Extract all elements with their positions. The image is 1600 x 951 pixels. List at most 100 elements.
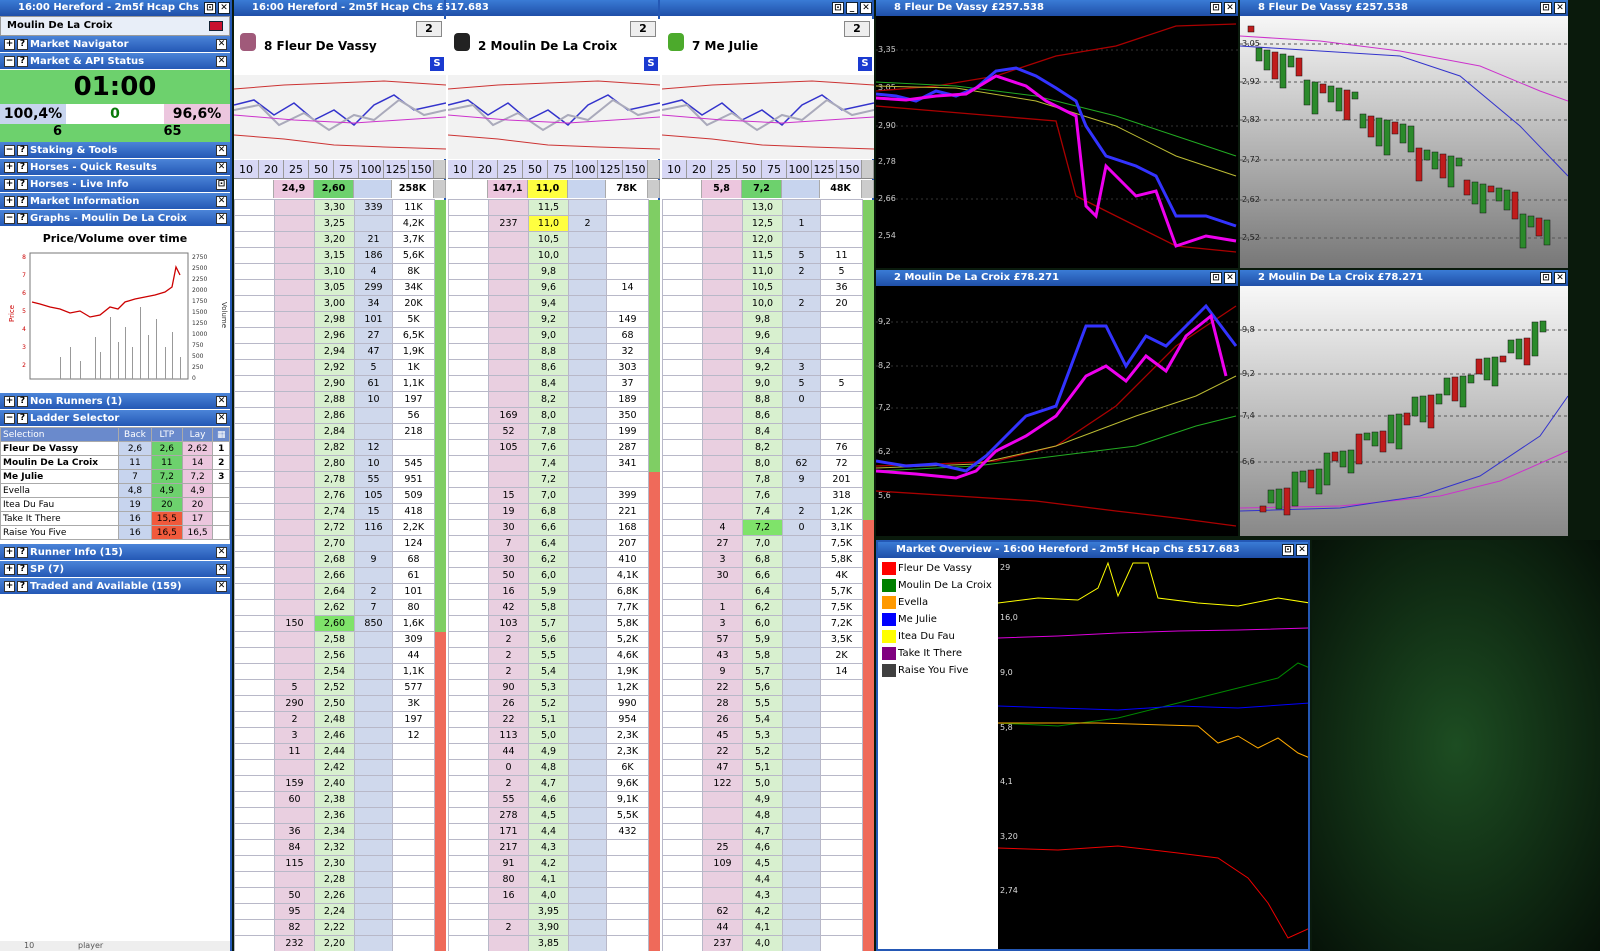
lay-cell[interactable] — [568, 775, 607, 792]
restore-icon[interactable]: ⊡ — [1282, 544, 1294, 556]
section-live-info[interactable]: +? Horses - Live Info ⊡ — [0, 176, 230, 193]
stake-option[interactable]: 75 — [334, 160, 359, 178]
back-cell[interactable] — [702, 583, 743, 600]
lay-cell[interactable]: 34 — [354, 295, 393, 312]
lay-cell[interactable]: 62 — [782, 455, 821, 472]
stake-option[interactable]: 100 — [359, 160, 384, 178]
back-cell[interactable]: 2 — [488, 647, 529, 664]
close-icon[interactable]: ✕ — [218, 2, 230, 14]
lay-cell[interactable] — [782, 855, 821, 872]
back-cell[interactable] — [274, 295, 315, 312]
section-staking[interactable]: −? Staking & Tools ✕ — [0, 142, 230, 159]
back-cell[interactable] — [702, 487, 743, 504]
back-cell[interactable] — [274, 327, 315, 344]
lay-cell[interactable] — [782, 407, 821, 424]
back-cell[interactable] — [702, 439, 743, 456]
back-cell[interactable] — [488, 263, 529, 280]
back-cell[interactable] — [274, 807, 315, 824]
lay-cell[interactable] — [354, 871, 393, 888]
back-cell[interactable]: 3 — [702, 615, 743, 632]
back-cell[interactable] — [488, 343, 529, 360]
s-button[interactable]: S — [644, 57, 658, 71]
close-icon[interactable]: ✕ — [216, 162, 227, 173]
close-icon[interactable]: ✕ — [216, 581, 227, 592]
stake-option[interactable]: 25 — [712, 160, 737, 178]
back-cell[interactable] — [274, 519, 315, 536]
lay-cell[interactable] — [568, 455, 607, 472]
lay-cell[interactable] — [782, 647, 821, 664]
back-cell[interactable] — [274, 231, 315, 248]
lay-cell[interactable]: 105 — [354, 487, 393, 504]
stake-option[interactable]: 150 — [409, 160, 434, 178]
lay-cell[interactable] — [568, 471, 607, 488]
back-cell[interactable] — [702, 327, 743, 344]
back-cell[interactable]: 16 — [488, 583, 529, 600]
lay-cell[interactable] — [782, 567, 821, 584]
back-cell[interactable]: 278 — [488, 807, 529, 824]
runner-tab[interactable]: 2 — [630, 21, 656, 37]
lay-cell[interactable] — [782, 487, 821, 504]
lay-cell[interactable] — [354, 679, 393, 696]
stake-option[interactable]: 125 — [812, 160, 837, 178]
back-cell[interactable] — [488, 903, 529, 920]
back-cell[interactable]: 0 — [488, 759, 529, 776]
close-icon[interactable]: ✕ — [216, 213, 227, 224]
back-cell[interactable]: 171 — [488, 823, 529, 840]
lay-cell[interactable] — [568, 679, 607, 696]
back-cell[interactable]: 4 — [702, 519, 743, 536]
back-cell[interactable] — [274, 503, 315, 520]
overview-title-bar[interactable]: Market Overview - 16:00 Hereford - 2m5f … — [878, 542, 1308, 558]
lay-cell[interactable] — [782, 807, 821, 824]
back-cell[interactable]: 237 — [702, 935, 743, 951]
lay-cell[interactable] — [354, 919, 393, 936]
lay-cell[interactable] — [568, 343, 607, 360]
back-cell[interactable]: 1 — [702, 599, 743, 616]
lay-cell[interactable] — [568, 871, 607, 888]
section-market-api-status[interactable]: −? Market & API Status ✕ — [0, 53, 230, 70]
back-cell[interactable] — [702, 391, 743, 408]
back-cell[interactable] — [702, 807, 743, 824]
back-cell[interactable]: 91 — [488, 855, 529, 872]
lay-cell[interactable] — [782, 919, 821, 936]
expand-icon[interactable]: + — [4, 581, 15, 592]
back-cell[interactable] — [488, 455, 529, 472]
lay-cell[interactable] — [568, 823, 607, 840]
selector-row[interactable]: Moulin De La Croix 11 11 14 2 — [0, 455, 230, 470]
lay-cell[interactable]: 2 — [568, 215, 607, 232]
collapse-icon[interactable]: − — [4, 56, 15, 67]
lay-cell[interactable]: 5 — [782, 247, 821, 264]
selector-row[interactable]: Itea Du Fau 19 20 20 — [0, 497, 230, 512]
back-cell[interactable]: 150 — [274, 615, 315, 632]
back-cell[interactable] — [274, 391, 315, 408]
stake-option[interactable]: 75 — [548, 160, 573, 178]
runner-tab[interactable]: 2 — [844, 21, 870, 37]
lay-cell[interactable] — [782, 663, 821, 680]
lay-cell[interactable] — [568, 759, 607, 776]
back-cell[interactable] — [488, 231, 529, 248]
back-cell[interactable] — [274, 535, 315, 552]
chart3-title-bar[interactable]: 2 Moulin De La Croix £78.271 ⊡ ✕ — [876, 270, 1238, 286]
back-cell[interactable]: 30 — [488, 551, 529, 568]
lay-cell[interactable] — [568, 359, 607, 376]
back-cell[interactable] — [488, 471, 529, 488]
lay-cell[interactable]: 10 — [354, 455, 393, 472]
back-cell[interactable] — [488, 295, 529, 312]
section-market-navigator[interactable]: +? Market Navigator ✕ — [0, 36, 230, 53]
back-cell[interactable]: 28 — [702, 695, 743, 712]
collapse-icon[interactable]: − — [4, 145, 15, 156]
stake-option[interactable]: 10 — [234, 160, 259, 178]
lay-cell[interactable] — [568, 887, 607, 904]
back-cell[interactable]: 55 — [488, 791, 529, 808]
lay-cell[interactable] — [568, 519, 607, 536]
back-cell[interactable] — [274, 487, 315, 504]
grid-icon[interactable]: ▦ — [212, 427, 230, 442]
back-cell[interactable] — [274, 599, 315, 616]
stake-option[interactable]: 125 — [598, 160, 623, 178]
lay-cell[interactable] — [354, 791, 393, 808]
selector-row[interactable]: Raise You Five 16 16,5 16,5 — [0, 525, 230, 540]
restore-icon[interactable]: ⊡ — [1540, 2, 1552, 14]
back-cell[interactable]: 26 — [702, 711, 743, 728]
lay-cell[interactable]: 339 — [354, 199, 393, 216]
back-cell[interactable]: 47 — [702, 759, 743, 776]
lay-cell[interactable]: 15 — [354, 503, 393, 520]
